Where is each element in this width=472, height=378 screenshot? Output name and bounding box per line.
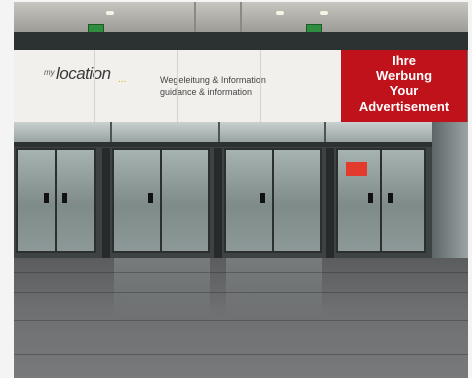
door-handle — [148, 193, 153, 203]
door-handle — [368, 193, 373, 203]
floor-reflection — [114, 258, 210, 318]
entrance-door — [16, 148, 96, 253]
info-text-german: Wegeleitung & Information — [160, 75, 266, 85]
glass-transom — [14, 122, 468, 142]
info-text-english: guidance & information — [160, 87, 253, 97]
floor-tile-line — [14, 272, 468, 273]
floor-tile-line — [14, 320, 468, 321]
pillar — [326, 148, 334, 258]
floor-tile-line — [14, 354, 468, 355]
door-handle — [62, 193, 67, 203]
screen-tile-divider — [177, 50, 178, 122]
pillar — [214, 148, 222, 258]
screen-tile-divider — [94, 50, 95, 122]
floor-reflection — [226, 258, 322, 318]
ceiling-light — [320, 11, 328, 15]
logo-text: location — [56, 64, 111, 83]
logo-dots: ... — [118, 74, 127, 85]
ceiling-light — [106, 11, 114, 15]
advertisement-panel: Ihre Werbung Your Advertisement — [341, 50, 467, 122]
upper-wall-band — [14, 32, 468, 50]
pillar — [102, 148, 110, 258]
ceiling-light — [276, 11, 284, 15]
interior-red-sign — [346, 162, 367, 176]
door-handle — [44, 193, 49, 203]
ceiling-beam — [240, 2, 242, 32]
transom-mullion — [324, 122, 326, 142]
ceiling-beam — [194, 2, 196, 32]
entrance-door — [224, 148, 322, 253]
screen-tile-divider — [260, 50, 261, 122]
transom-mullion — [110, 122, 112, 142]
logo-prefix: my — [44, 68, 55, 77]
door-header-frame — [14, 142, 468, 147]
ad-line-2: Werbung — [375, 68, 433, 83]
transom-mullion — [218, 122, 220, 142]
door-frame — [55, 150, 57, 251]
door-handle — [260, 193, 265, 203]
door-frame — [380, 150, 382, 251]
door-handle — [388, 193, 393, 203]
ceiling — [14, 2, 468, 35]
side-glass-wall — [432, 122, 468, 258]
entrance-door — [112, 148, 210, 253]
floor-tile-line — [14, 292, 468, 293]
ad-line-1: Ihre — [392, 53, 416, 68]
door-frame — [272, 150, 274, 251]
ad-line-4: Advertisement — [358, 99, 450, 114]
door-frame — [160, 150, 162, 251]
ad-line-3: Your — [389, 83, 419, 98]
entrance-door — [336, 148, 426, 253]
terminal-entrance-photo: my location ... Wegeleitung & Informatio… — [14, 2, 468, 378]
image-frame: my location ... Wegeleitung & Informatio… — [0, 0, 472, 378]
